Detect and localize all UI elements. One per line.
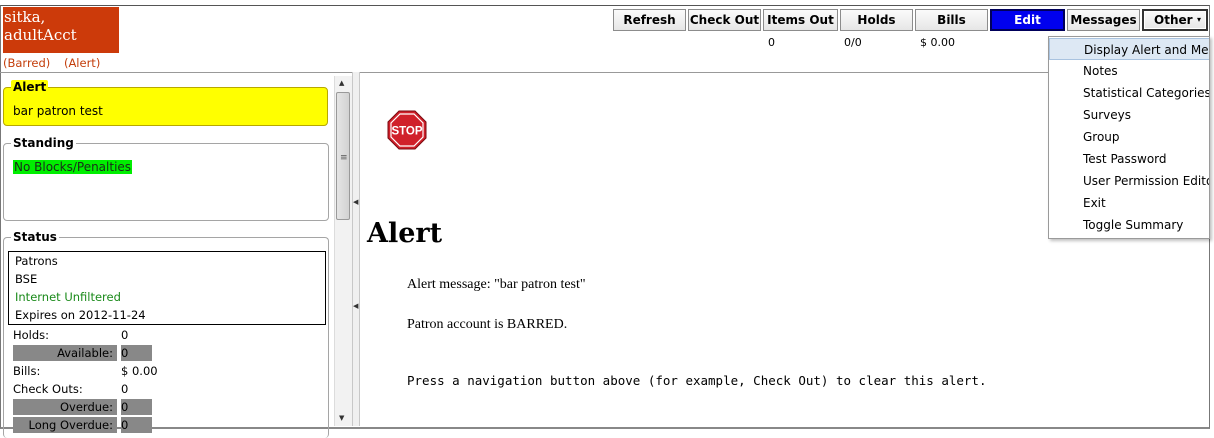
- menu-item-test-password[interactable]: Test Password: [1049, 148, 1209, 170]
- status-group: Status Patrons BSE Internet Unfiltered E…: [3, 230, 329, 438]
- holds-value: 0: [121, 328, 129, 342]
- grip-icon: ≡: [340, 153, 348, 163]
- available-label: Available:: [13, 345, 117, 361]
- available-value: 0: [121, 345, 152, 361]
- collapse-left-icon[interactable]: ◀: [353, 198, 358, 206]
- status-details: Patrons BSE Internet Unfiltered Expires …: [8, 251, 326, 325]
- alert-message: Alert message: "bar patron test": [407, 277, 586, 292]
- holds-label: Holds:: [13, 328, 50, 342]
- dropdown-arrow-icon: ▾: [1196, 15, 1201, 24]
- home-library-line: BSE: [15, 272, 38, 286]
- stop-label: STOP: [391, 126, 422, 138]
- stop-sign-icon: STOP: [387, 110, 427, 150]
- items-out-button[interactable]: Items Out: [763, 9, 838, 31]
- patron-flags: (Barred) (Alert): [3, 56, 110, 70]
- net-access-line: Internet Unfiltered: [15, 290, 121, 304]
- check-out-button[interactable]: Check Out: [688, 9, 761, 31]
- standing-group: Standing No Blocks/Penalties: [3, 136, 329, 221]
- holds-button[interactable]: Holds: [840, 9, 913, 31]
- edit-button[interactable]: Edit: [990, 9, 1065, 31]
- patron-name: sitka, adultAcct: [3, 7, 119, 53]
- holds-count: 0/0: [844, 36, 862, 49]
- barred-message: Patron account is BARRED.: [407, 317, 568, 332]
- menu-item-notes[interactable]: Notes: [1049, 60, 1209, 82]
- profile-line: Patrons: [15, 254, 58, 268]
- menu-item-surveys[interactable]: Surveys: [1049, 104, 1209, 126]
- scroll-down-icon[interactable]: ▼: [339, 414, 344, 422]
- scroll-thumb[interactable]: ≡: [336, 92, 350, 220]
- other-label: Other: [1154, 13, 1193, 27]
- alert-heading: Alert: [367, 218, 443, 249]
- menu-item-toggle-summary[interactable]: Toggle Summary: [1049, 214, 1209, 236]
- long-overdue-label: Long Overdue:: [13, 417, 117, 433]
- other-button[interactable]: Other ▾: [1142, 9, 1208, 31]
- menu-item-exit[interactable]: Exit: [1049, 192, 1209, 214]
- items-out-count: 0: [768, 36, 775, 49]
- menu-item-group[interactable]: Group: [1049, 126, 1209, 148]
- overdue-value: 0: [121, 399, 152, 415]
- menu-item-stat-cats[interactable]: Statistical Categories: [1049, 82, 1209, 104]
- pane-splitter[interactable]: ◀ ◀: [352, 72, 360, 426]
- expires-line: Expires on 2012-11-24: [15, 308, 146, 322]
- menu-item-user-permission-editor[interactable]: User Permission Editor: [1049, 170, 1209, 192]
- instruction-text: Press a navigation button above (for exa…: [407, 373, 987, 388]
- alert-legend: Alert: [11, 80, 49, 94]
- refresh-button[interactable]: Refresh: [613, 9, 686, 31]
- bills-label: Bills:: [13, 364, 41, 378]
- checkouts-value: 0: [121, 382, 129, 396]
- overdue-label: Overdue:: [13, 399, 117, 415]
- alert-flag: (Alert): [63, 56, 101, 70]
- barred-flag: (Barred): [3, 56, 51, 70]
- standing-status: No Blocks/Penalties: [13, 160, 133, 174]
- other-dropdown-menu: Display Alert and Messages Notes Statist…: [1048, 36, 1210, 239]
- summary-scrollbar[interactable]: ▲ ≡ ▼: [334, 76, 352, 426]
- messages-button[interactable]: Messages: [1067, 9, 1140, 31]
- standing-legend: Standing: [11, 136, 76, 150]
- long-overdue-value: 0: [121, 417, 152, 433]
- alert-text: bar patron test: [13, 104, 103, 118]
- menu-item-display-alert[interactable]: Display Alert and Messages: [1049, 38, 1209, 60]
- bills-amount: $ 0.00: [920, 36, 955, 49]
- alert-group: Alert bar patron test: [3, 80, 328, 126]
- checkouts-label: Check Outs:: [13, 382, 83, 396]
- header-divider: [0, 72, 1208, 73]
- scroll-up-icon[interactable]: ▲: [339, 79, 344, 87]
- collapse-right-icon[interactable]: ◀: [353, 302, 358, 310]
- bills-value: $ 0.00: [121, 364, 158, 378]
- status-legend: Status: [11, 230, 59, 244]
- bills-button[interactable]: Bills: [915, 9, 988, 31]
